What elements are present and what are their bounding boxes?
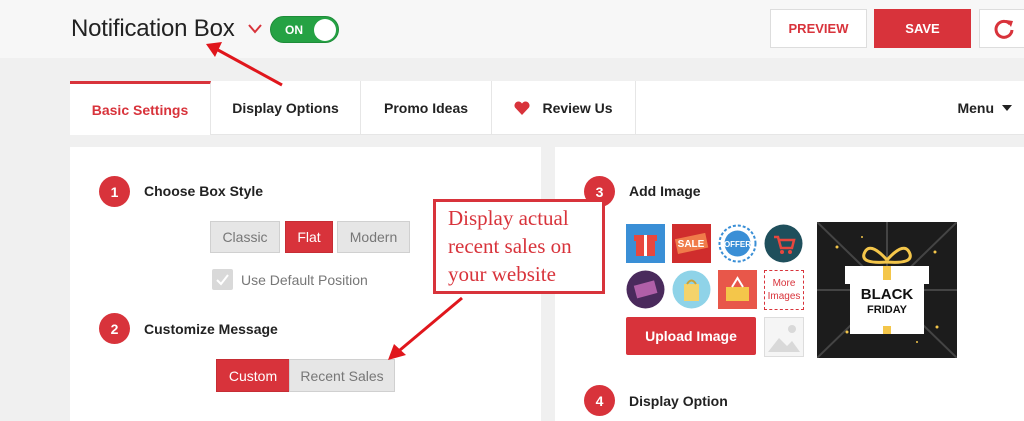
caret-down-icon: [1002, 105, 1012, 111]
callout-line: your website: [448, 262, 556, 286]
style-flat-button[interactable]: Flat: [285, 221, 333, 253]
check-icon: [216, 274, 229, 286]
svg-text:SALE: SALE: [678, 239, 705, 250]
basket-thumbnail-icon[interactable]: [718, 270, 757, 309]
tab-label: Review Us: [542, 100, 613, 116]
default-position-label: Use Default Position: [241, 272, 368, 288]
save-button[interactable]: SAVE: [874, 9, 971, 48]
gift-thumbnail-icon[interactable]: [626, 224, 665, 263]
callout-line: recent sales on: [448, 234, 572, 258]
tab-display-options[interactable]: Display Options: [211, 81, 361, 135]
step-label: Choose Box Style: [144, 183, 264, 199]
promo-title-line2: FRIDAY: [867, 304, 907, 316]
bag-thumbnail-icon[interactable]: [672, 270, 711, 309]
tab-promo-ideas[interactable]: Promo Ideas: [361, 81, 492, 135]
tab-label: Basic Settings: [91, 101, 189, 118]
callout-line: Display actual: [448, 206, 569, 230]
step-badge: 1: [99, 176, 130, 207]
menu-dropdown[interactable]: Menu: [957, 81, 1012, 135]
tab-label: Promo Ideas: [383, 100, 469, 116]
step-badge: 4: [584, 385, 615, 416]
step-label: Display Option: [629, 393, 728, 409]
chevron-down-icon[interactable]: [248, 24, 262, 34]
cart-thumbnail-icon[interactable]: [764, 224, 803, 263]
svg-text:OFFER: OFFER: [724, 240, 751, 249]
refresh-button[interactable]: [979, 9, 1024, 48]
message-recent-sales-button[interactable]: Recent Sales: [289, 359, 395, 392]
tab-label: Display Options: [232, 100, 339, 116]
black-friday-promo-image: BLACK FRIDAY: [816, 221, 958, 359]
image-placeholder-icon: [768, 325, 800, 352]
page-title: Notification Box: [71, 15, 235, 42]
promo-title-line1: BLACK: [860, 286, 914, 303]
offer-thumbnail-icon[interactable]: OFFER: [718, 224, 757, 263]
toggle-knob: [314, 19, 336, 41]
heart-icon: [514, 101, 530, 115]
style-modern-button[interactable]: Modern: [337, 221, 410, 253]
preview-button[interactable]: PREVIEW: [770, 9, 867, 48]
tab-bar: Basic Settings Display Options Promo Ide…: [70, 81, 1024, 135]
more-images-link[interactable]: More Images: [764, 270, 804, 310]
tab-review-us[interactable]: Review Us: [492, 81, 636, 135]
message-custom-button[interactable]: Custom: [216, 359, 290, 392]
on-off-toggle[interactable]: ON: [270, 16, 339, 43]
upload-image-button[interactable]: Upload Image: [626, 317, 756, 355]
coupon-thumbnail-icon[interactable]: [626, 270, 665, 309]
default-position-checkbox[interactable]: [212, 269, 233, 290]
step-badge: 2: [99, 313, 130, 344]
refresh-icon: [994, 19, 1014, 39]
image-placeholder: [764, 317, 804, 357]
toggle-label: ON: [285, 23, 303, 37]
step-label: Add Image: [629, 183, 701, 199]
style-classic-button[interactable]: Classic: [210, 221, 280, 253]
menu-label: Menu: [957, 100, 994, 116]
step-label: Customize Message: [144, 321, 278, 337]
tab-basic-settings[interactable]: Basic Settings: [70, 81, 211, 135]
top-bar: Notification Box ON PREVIEW SAVE: [0, 0, 1024, 58]
annotation-callout: Display actual recent sales on your webs…: [433, 199, 605, 294]
sale-thumbnail-icon[interactable]: SALE: [672, 224, 711, 263]
